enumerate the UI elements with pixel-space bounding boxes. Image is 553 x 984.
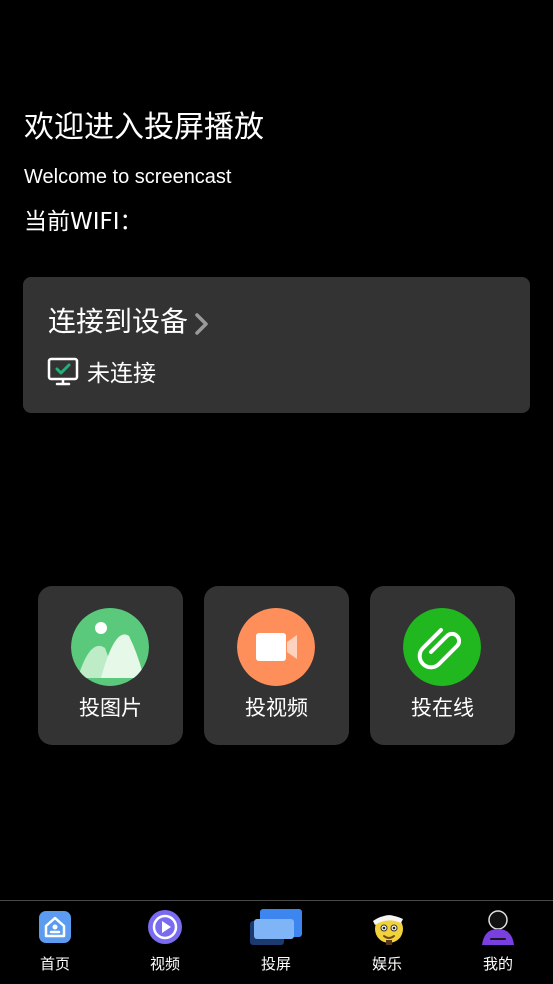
cast-video-label: 投视频: [245, 696, 308, 720]
nav-item-home[interactable]: 首页: [0, 901, 110, 984]
cast-online-label: 投在线: [411, 696, 474, 720]
cast-image-label: 投图片: [79, 696, 142, 720]
nav-label-entertainment: 娱乐: [371, 955, 402, 973]
nav-item-video[interactable]: 视频: [110, 901, 220, 984]
current-wifi-label: 当前WIFI：: [24, 209, 143, 235]
chevron-right-icon: [192, 309, 210, 335]
tv-monitor-icon: [47, 357, 79, 391]
screencast-icon: [248, 905, 304, 947]
connect-device-card[interactable]: 连接到设备 未连接: [23, 277, 530, 413]
connect-device-link[interactable]: 连接到设备: [48, 303, 210, 341]
page-title: 欢迎进入投屏播放: [24, 110, 264, 145]
connection-status-text: 未连接: [87, 361, 156, 387]
nav-label-screencast: 投屏: [260, 955, 291, 973]
nav-label-video: 视频: [149, 955, 180, 973]
image-icon: [71, 608, 149, 686]
connection-status: 未连接: [47, 357, 156, 391]
page-subtitle: Welcome to screencast: [24, 166, 232, 188]
user-icon: [480, 909, 516, 945]
nav-item-mine[interactable]: 我的: [443, 901, 553, 984]
cast-video-tile[interactable]: 投视频: [204, 586, 349, 745]
nav-item-entertainment[interactable]: 娱乐: [332, 901, 442, 984]
nav-label-mine: 我的: [482, 955, 513, 973]
home-icon: [37, 909, 73, 945]
nav-label-home: 首页: [39, 955, 70, 973]
connect-device-label: 连接到设备: [48, 305, 189, 338]
play-icon: [147, 909, 183, 945]
mascot-icon: [369, 909, 405, 945]
video-camera-icon: [237, 608, 315, 686]
bottom-nav: 首页 视频 投屏 娱乐 我的: [0, 900, 553, 984]
nav-item-screencast[interactable]: 投屏: [221, 901, 331, 984]
paperclip-icon: [403, 608, 481, 686]
cast-online-tile[interactable]: 投在线: [370, 586, 515, 745]
cast-image-tile[interactable]: 投图片: [38, 586, 183, 745]
